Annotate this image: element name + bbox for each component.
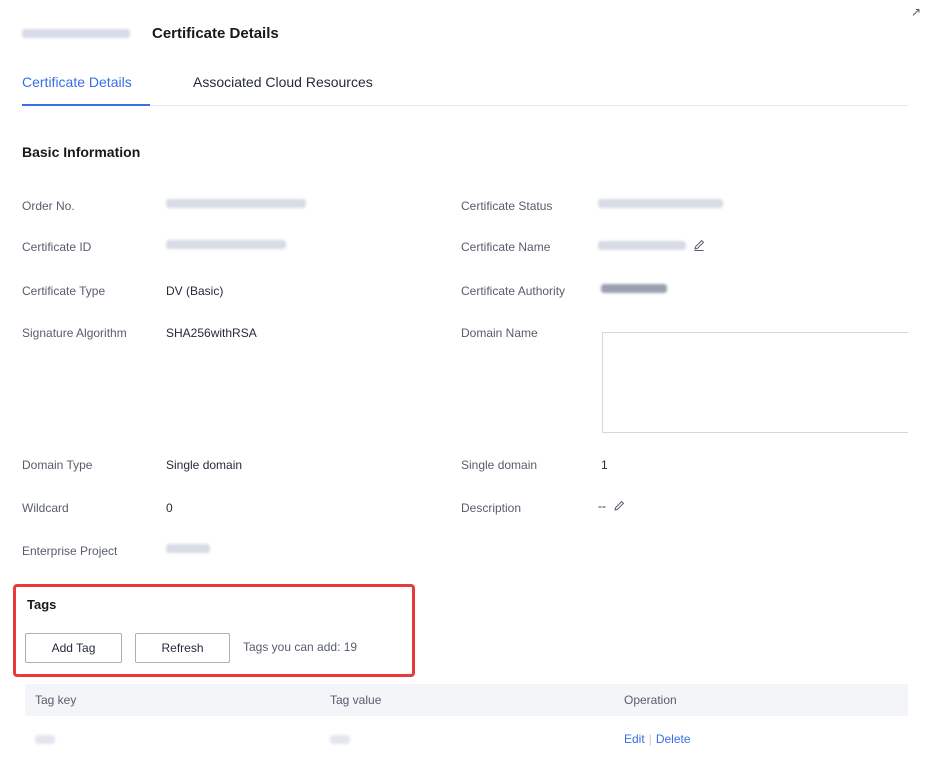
domain-name-box	[602, 332, 908, 433]
certificate-status-label: Certificate Status	[461, 199, 553, 213]
pencil-icon[interactable]	[692, 238, 706, 252]
operation-cell: Edit | Delete	[624, 732, 691, 746]
column-tag-value: Tag value	[330, 693, 382, 707]
description-label: Description	[461, 501, 522, 515]
tag-key-cell	[35, 732, 55, 746]
tags-heading: Tags	[27, 597, 57, 612]
page-title: Certificate Details	[152, 24, 279, 42]
page-header: Certificate Details	[22, 22, 279, 44]
certificate-type-label: Certificate Type	[22, 284, 106, 298]
wildcard-label: Wildcard	[22, 501, 69, 515]
tab-bar: Certificate Details Associated Cloud Res…	[22, 64, 908, 106]
delete-tag-link[interactable]: Delete	[656, 732, 691, 746]
single-domain-value: 1	[601, 458, 608, 472]
arrow-expand-icon[interactable]: ↗	[911, 6, 923, 18]
active-tab-indicator	[22, 104, 150, 106]
single-domain-label: Single domain	[461, 458, 538, 472]
signature-algorithm-label: Signature Algorithm	[22, 326, 127, 340]
description-value: --	[598, 499, 626, 513]
certificate-authority-value	[601, 284, 667, 293]
certificate-id-value	[166, 240, 286, 249]
tab-certificate-details[interactable]: Certificate Details	[22, 74, 132, 90]
edit-tag-link[interactable]: Edit	[624, 732, 645, 746]
column-tag-key: Tag key	[35, 693, 77, 707]
tags-highlight-box	[13, 584, 415, 677]
tab-associated-cloud-resources[interactable]: Associated Cloud Resources	[193, 74, 373, 90]
tag-value-cell	[330, 732, 350, 746]
domain-type-label: Domain Type	[22, 458, 93, 472]
signature-algorithm-value: SHA256withRSA	[166, 326, 257, 340]
basic-information-heading: Basic Information	[22, 144, 141, 160]
wildcard-value: 0	[166, 501, 173, 515]
certificate-authority-label: Certificate Authority	[461, 284, 566, 298]
order-no-value	[166, 199, 306, 208]
divider: |	[648, 732, 652, 746]
certificate-name-value	[598, 238, 706, 252]
domain-name-label: Domain Name	[461, 326, 538, 340]
domain-type-value: Single domain	[166, 458, 243, 472]
pencil-icon[interactable]	[612, 499, 626, 513]
certificate-id-label: Certificate ID	[22, 240, 92, 254]
certificate-name-label: Certificate Name	[461, 240, 551, 254]
certificate-status-value	[598, 199, 723, 208]
description-text: --	[598, 499, 606, 513]
column-operation: Operation	[624, 693, 677, 707]
enterprise-project-label: Enterprise Project	[22, 544, 118, 558]
certificate-type-value: DV (Basic)	[166, 284, 224, 298]
order-no-label: Order No.	[22, 199, 75, 213]
enterprise-project-value[interactable]	[166, 544, 210, 553]
tags-remaining-count: Tags you can add: 19	[243, 640, 358, 654]
refresh-button[interactable]: Refresh	[135, 633, 230, 663]
table-row: Edit | Delete	[25, 716, 908, 760]
breadcrumb-redacted[interactable]	[22, 28, 130, 38]
add-tag-button[interactable]: Add Tag	[25, 633, 122, 663]
tags-table-header: Tag key Tag value Operation	[25, 684, 908, 716]
